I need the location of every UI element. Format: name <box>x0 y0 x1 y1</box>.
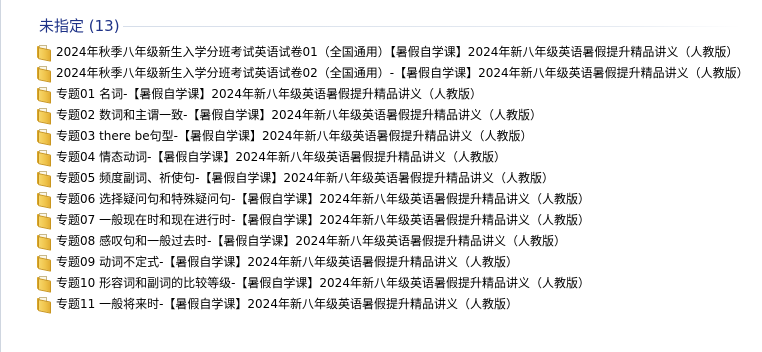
folder-name: 专题04 情态动词-【暑假自学课】2024年新八年级英语暑假提升精品讲义（人教版… <box>56 150 506 164</box>
folder-icon <box>36 191 52 209</box>
folder-name: 专题01 名词-【暑假自学课】2024年新八年级英语暑假提升精品讲义（人教版） <box>56 87 482 101</box>
folder-icon <box>36 170 52 188</box>
folder-item[interactable]: 2024年秋季八年级新生入学分班考试英语试卷02（全国通用）-【暑假自学课】20… <box>36 62 749 83</box>
folder-icon <box>36 275 52 293</box>
folder-icon <box>36 149 52 167</box>
folder-name: 专题08 感叹句和一般过去时-【暑假自学课】2024年新八年级英语暑假提升精品讲… <box>56 234 566 248</box>
folder-name: 专题06 选择疑问句和特殊疑问句-【暑假自学课】2024年新八年级英语暑假提升精… <box>56 192 590 206</box>
folder-icon <box>36 296 52 314</box>
folder-icon <box>36 128 52 146</box>
folder-icon <box>36 44 52 62</box>
folder-icon <box>36 107 52 125</box>
file-list-pane: 未指定 (13) 2024年秋季八年级新生入学分班考试英语试卷01（全国通用）【… <box>0 0 762 352</box>
folder-item[interactable]: 专题05 频度副词、祈使句-【暑假自学课】2024年新八年级英语暑假提升精品讲义… <box>36 167 749 188</box>
folder-item[interactable]: 专题11 一般将来时-【暑假自学课】2024年新八年级英语暑假提升精品讲义（人教… <box>36 293 749 314</box>
folder-icon <box>36 86 52 104</box>
group-title[interactable]: 未指定 (13) <box>39 15 120 36</box>
folder-item[interactable]: 专题10 形容词和副词的比较等级-【暑假自学课】2024年新八年级英语暑假提升精… <box>36 272 749 293</box>
folder-item[interactable]: 专题04 情态动词-【暑假自学课】2024年新八年级英语暑假提升精品讲义（人教版… <box>36 146 749 167</box>
folder-item[interactable]: 专题06 选择疑问句和特殊疑问句-【暑假自学课】2024年新八年级英语暑假提升精… <box>36 188 749 209</box>
folder-name: 专题10 形容词和副词的比较等级-【暑假自学课】2024年新八年级英语暑假提升精… <box>56 276 590 290</box>
folder-item[interactable]: 专题02 数词和主谓一致-【暑假自学课】2024年新八年级英语暑假提升精品讲义（… <box>36 104 749 125</box>
folder-icon <box>36 233 52 251</box>
folder-item[interactable]: 专题01 名词-【暑假自学课】2024年新八年级英语暑假提升精品讲义（人教版） <box>36 83 749 104</box>
folder-item[interactable]: 专题07 一般现在时和现在进行时-【暑假自学课】2024年新八年级英语暑假提升精… <box>36 209 749 230</box>
folder-name: 专题03 there be句型-【暑假自学课】2024年新八年级英语暑假提升精品… <box>56 129 533 143</box>
folder-icon <box>36 254 52 272</box>
folder-name: 专题09 动词不定式-【暑假自学课】2024年新八年级英语暑假提升精品讲义（人教… <box>56 255 518 269</box>
group-divider <box>123 26 740 27</box>
folder-name: 专题11 一般将来时-【暑假自学课】2024年新八年级英语暑假提升精品讲义（人教… <box>56 297 518 311</box>
folder-name: 专题07 一般现在时和现在进行时-【暑假自学课】2024年新八年级英语暑假提升精… <box>56 213 590 227</box>
group-header[interactable]: 未指定 (13) <box>39 14 120 36</box>
folder-item[interactable]: 专题09 动词不定式-【暑假自学课】2024年新八年级英语暑假提升精品讲义（人教… <box>36 251 749 272</box>
folder-icon <box>36 212 52 230</box>
folder-name: 2024年秋季八年级新生入学分班考试英语试卷01（全国通用）【暑假自学课】202… <box>56 45 739 59</box>
folder-item[interactable]: 专题08 感叹句和一般过去时-【暑假自学课】2024年新八年级英语暑假提升精品讲… <box>36 230 749 251</box>
folder-item[interactable]: 专题03 there be句型-【暑假自学课】2024年新八年级英语暑假提升精品… <box>36 125 749 146</box>
folder-name: 专题02 数词和主谓一致-【暑假自学课】2024年新八年级英语暑假提升精品讲义（… <box>56 108 542 122</box>
folder-icon <box>36 65 52 83</box>
folder-item[interactable]: 2024年秋季八年级新生入学分班考试英语试卷01（全国通用）【暑假自学课】202… <box>36 41 749 62</box>
folder-name: 专题05 频度副词、祈使句-【暑假自学课】2024年新八年级英语暑假提升精品讲义… <box>56 171 554 185</box>
folder-name: 2024年秋季八年级新生入学分班考试英语试卷02（全国通用）-【暑假自学课】20… <box>56 66 749 80</box>
file-list: 2024年秋季八年级新生入学分班考试英语试卷01（全国通用）【暑假自学课】202… <box>36 41 749 314</box>
